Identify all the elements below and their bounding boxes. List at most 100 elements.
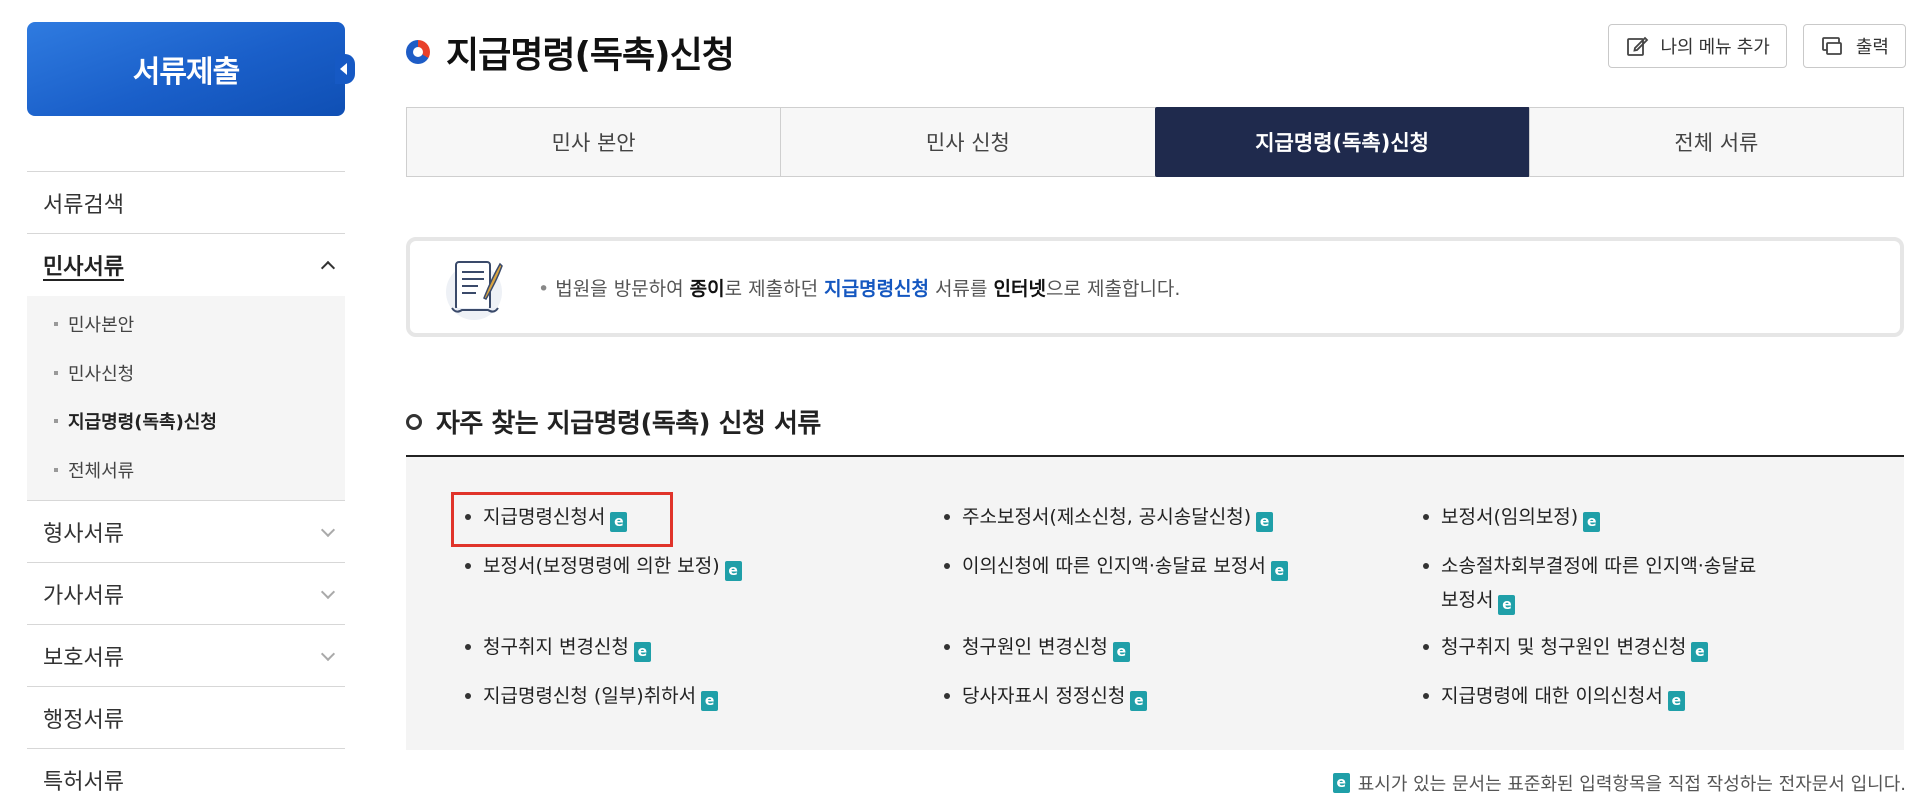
notice-part: 으로 제출합니다. [1046, 277, 1181, 300]
footnote: e 표시가 있는 문서는 표준화된 입력항목을 직접 작성하는 전자문서 입니다… [1332, 770, 1906, 796]
doc-label: 이의신청에 따른 인지액·송달료 보정서 [962, 555, 1266, 577]
e-document-icon: e [724, 561, 742, 581]
doc-claim-purpose-and-cause-change[interactable]: 청구취지 및 청구원인 변경신청 e [1423, 630, 1709, 664]
sidebar-item-label: 형사서류 [43, 521, 124, 547]
sidebar-item-protection[interactable]: 보호서류 [27, 625, 345, 687]
e-document-icon: e [1498, 595, 1516, 615]
sidebar-item-label: 민사서류 [43, 255, 124, 280]
chevron-up-icon [321, 258, 335, 272]
notice-text: • 법원을 방문하여 종이로 제출하던 지급명령신청 서류를 인터넷으로 제출합니… [538, 274, 1180, 301]
doc-claim-cause-change[interactable]: 청구원인 변경신청 e [944, 630, 1130, 664]
sidebar-title: 서류제출 [132, 55, 240, 90]
print-button[interactable]: 출력 [1802, 24, 1906, 68]
category-tabs: 민사 본안 민사 신청 지급명령(독촉)신청 전체 서류 [406, 107, 1904, 177]
sidebar-item-label: 행정서류 [43, 707, 124, 733]
section-title-row: 자주 찾는 지급명령(독촉) 신청 서류 [406, 403, 821, 440]
doc-payment-order-objection[interactable]: 지급명령에 대한 이의신청서 e [1423, 679, 1685, 713]
doc-voluntary-correction[interactable]: 보정서(임의보정) e [1423, 500, 1601, 534]
bullet-square-icon [54, 370, 58, 375]
selection-highlight [451, 492, 673, 547]
bullet-icon [944, 644, 950, 650]
document-quill-icon [446, 261, 503, 320]
sidebar-item-patent[interactable]: 특허서류 [27, 749, 345, 808]
bullet-icon [1423, 693, 1429, 699]
submenu-item-label: 지급명령(독촉)신청 [68, 412, 217, 434]
sidebar-item-label: 보호서류 [43, 645, 124, 671]
doc-partial-withdrawal[interactable]: 지급명령신청 (일부)취하서 e [465, 679, 719, 713]
tab-payment-order[interactable]: 지급명령(독촉)신청 [1154, 107, 1530, 177]
chevron-down-icon [321, 587, 335, 601]
sidebar-menu: 서류검색 민사서류 민사본안 민사신청 지급명령(독촉)신청 전체서류 형사서류… [27, 171, 345, 808]
footnote-text: 표시가 있는 문서는 표준화된 입력항목을 직접 작성하는 전자문서 입니다. [1357, 774, 1906, 795]
submenu-item-payment-order[interactable]: 지급명령(독촉)신청 [27, 397, 345, 446]
notice-bold-internet: 인터넷 [993, 277, 1046, 300]
e-document-icon: e [1270, 561, 1288, 581]
submenu-item-label: 민사신청 [68, 363, 135, 385]
doc-label: 청구취지 변경신청 [483, 636, 629, 658]
submenu-item-civil-main[interactable]: 민사본안 [27, 300, 345, 349]
tab-civil-main[interactable]: 민사 본안 [406, 107, 782, 177]
page-title-row: 지급명령(독촉)신청 [406, 26, 735, 78]
tab-civil-application[interactable]: 민사 신청 [780, 107, 1156, 177]
print-icon [1821, 37, 1842, 55]
sidebar-item-document-search[interactable]: 서류검색 [27, 172, 345, 234]
submenu-item-civil-application[interactable]: 민사신청 [27, 349, 345, 398]
doc-label: 청구원인 변경신청 [962, 636, 1108, 658]
chevron-down-icon [321, 525, 335, 539]
doc-claim-purpose-change[interactable]: 청구취지 변경신청 e [465, 630, 651, 664]
bullet-icon [465, 563, 471, 569]
bullet-square-icon [54, 322, 58, 327]
tab-all-documents[interactable]: 전체 서류 [1528, 107, 1904, 177]
section-ring-icon [406, 413, 422, 430]
page-title: 지급명령(독촉)신청 [446, 35, 735, 76]
notice-bullet: • [538, 277, 550, 300]
notice-bold-paper: 종이 [689, 277, 725, 300]
submenu-item-label: 민사본안 [68, 315, 135, 337]
bullet-icon [1423, 514, 1429, 520]
bullet-icon [465, 693, 471, 699]
sidebar-item-administrative[interactable]: 행정서류 [27, 687, 345, 749]
bullet-icon [944, 514, 950, 520]
doc-label-line2: 보정서 [1441, 589, 1494, 611]
notice-part: 로 제출하던 [724, 277, 825, 300]
e-document-icon: e [1332, 773, 1350, 793]
doc-label: 보정서(보정명령에 의한 보정) [483, 555, 720, 577]
doc-label: 소송절차회부결정에 따른 인지액·송달료 [1441, 555, 1757, 577]
bullet-icon [465, 644, 471, 650]
e-document-icon: e [1583, 512, 1601, 532]
notice-part: 법원을 방문하여 [555, 277, 690, 300]
notice-part: 서류를 [929, 277, 994, 300]
edit-icon [1626, 36, 1648, 56]
bullet-square-icon [54, 419, 58, 424]
doc-label: 당사자표시 정정신청 [962, 685, 1126, 707]
doc-label: 보정서(임의보정) [1441, 506, 1579, 528]
sidebar-collapse-handle[interactable] [335, 54, 355, 84]
sidebar-item-label: 특허서류 [43, 769, 124, 795]
doc-objection-fee-correction[interactable]: 이의신청에 따른 인지액·송달료 보정서 e [944, 549, 1288, 583]
e-document-icon: e [633, 642, 651, 662]
doc-party-correction[interactable]: 당사자표시 정정신청 e [944, 679, 1148, 713]
bullet-icon [944, 563, 950, 569]
bullet-icon [944, 693, 950, 699]
bullet-square-icon [54, 467, 58, 472]
chevron-down-icon [321, 649, 335, 663]
e-document-icon: e [1130, 691, 1148, 711]
civil-submenu: 민사본안 민사신청 지급명령(독촉)신청 전체서류 [27, 296, 345, 501]
sidebar-header: 서류제출 [27, 22, 355, 116]
submenu-item-all-documents[interactable]: 전체서류 [27, 446, 345, 495]
doc-correction-by-order[interactable]: 보정서(보정명령에 의한 보정) e [465, 549, 742, 583]
e-document-icon: e [1256, 512, 1274, 532]
sidebar-item-civil[interactable]: 민사서류 [27, 234, 345, 296]
e-document-icon: e [701, 691, 719, 711]
sidebar-item-label: 서류검색 [43, 192, 124, 218]
add-my-menu-label: 나의 메뉴 추가 [1660, 37, 1770, 57]
doc-label: 주소보정서(제소신청, 공시송달신청) [962, 506, 1252, 528]
doc-address-correction[interactable]: 주소보정서(제소신청, 공시송달신청) e [944, 500, 1274, 534]
notice-box: • 법원을 방문하여 종이로 제출하던 지급명령신청 서류를 인터넷으로 제출합니… [406, 237, 1904, 337]
add-my-menu-button[interactable]: 나의 메뉴 추가 [1607, 24, 1787, 68]
e-document-icon: e [1691, 642, 1709, 662]
doc-litigation-referral-fee-correction[interactable]: 소송절차회부결정에 따른 인지액·송달료보정서 e [1423, 549, 1756, 617]
sidebar-item-family[interactable]: 가사서류 [27, 563, 345, 625]
sidebar-item-criminal[interactable]: 형사서류 [27, 501, 345, 563]
sidebar-item-label: 가사서류 [43, 583, 124, 609]
